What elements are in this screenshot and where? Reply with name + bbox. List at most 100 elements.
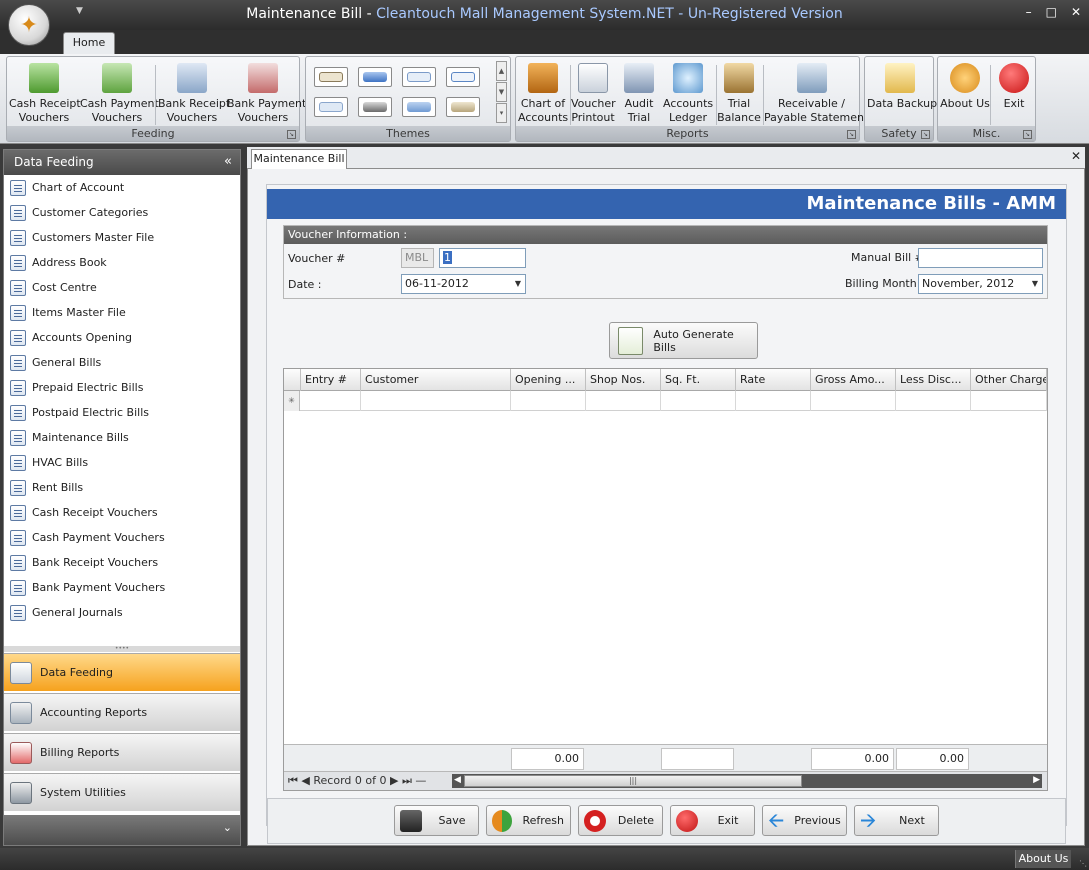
nav-item-prepaid-electric-bills[interactable]: Prepaid Electric Bills — [4, 375, 240, 400]
nav-section-billing-reports[interactable]: Billing Reports — [4, 733, 240, 771]
receivable-payable-statement-button[interactable]: Receivable / Payable Statement — [764, 63, 868, 125]
bank-payment-vouchers-button[interactable]: Bank Payment Vouchers — [227, 63, 306, 125]
grid-cell[interactable] — [361, 391, 511, 411]
tab-home[interactable]: Home — [63, 32, 115, 54]
nav-item-bank-payment-vouchers[interactable]: Bank Payment Vouchers — [4, 575, 240, 600]
grid-cell[interactable] — [586, 391, 661, 411]
safety-launcher-icon[interactable]: ↘ — [921, 130, 930, 139]
nav-item-address-book[interactable]: Address Book — [4, 250, 240, 275]
theme-swatch-1[interactable] — [314, 67, 348, 87]
themes-scroll-down-icon[interactable]: ▼ — [496, 82, 507, 102]
grid-cell[interactable] — [736, 391, 811, 411]
grid-cell[interactable] — [301, 391, 361, 411]
grid-horizontal-scrollbar[interactable]: ◀ ||| ▶ — [452, 774, 1042, 788]
refresh-button[interactable]: Refresh — [486, 805, 571, 836]
nav-item-chart-of-account[interactable]: Chart of Account — [4, 175, 240, 200]
data-backup-button[interactable]: Data Backup — [867, 63, 937, 111]
billing-month-dropdown-icon[interactable]: ▼ — [1032, 275, 1038, 293]
close-window-button[interactable]: ✕ — [1071, 5, 1081, 19]
cash-receipt-vouchers-button[interactable]: Cash Receipt Vouchers — [9, 63, 81, 125]
date-dropdown-icon[interactable]: ▼ — [515, 275, 521, 293]
nav-item-hvac-bills[interactable]: HVAC Bills — [4, 450, 240, 475]
themes-more-icon[interactable]: ▾ — [496, 103, 507, 123]
resize-grip-icon[interactable]: ⋱ — [1079, 859, 1087, 868]
voucher-printout-button[interactable]: Voucher Printout — [571, 63, 616, 125]
delete-button[interactable]: Delete — [578, 805, 663, 836]
previous-button[interactable]: 🡨 Previous — [762, 805, 847, 836]
column-header-rate[interactable]: Rate — [736, 369, 811, 391]
about-us-button[interactable]: About Us — [940, 63, 990, 111]
column-header-gross-amount[interactable]: Gross Amo... — [811, 369, 896, 391]
misc-launcher-icon[interactable]: ↘ — [1023, 130, 1032, 139]
theme-swatch-2[interactable] — [358, 67, 392, 87]
nav-item-general-journals[interactable]: General Journals — [4, 600, 240, 625]
nav-splitter[interactable]: •••• — [4, 646, 240, 652]
grid-cell[interactable] — [971, 391, 1047, 411]
scroll-left-icon[interactable]: ◀ — [454, 775, 461, 785]
nav-item-customer-categories[interactable]: Customer Categories — [4, 200, 240, 225]
date-picker[interactable]: 06-11-2012 ▼ — [401, 274, 526, 294]
column-header-sq-ft[interactable]: Sq. Ft. — [661, 369, 736, 391]
grid-new-row[interactable]: ✳ — [284, 391, 1047, 411]
column-header-customer[interactable]: Customer — [361, 369, 511, 391]
exit-button[interactable]: Exit — [670, 805, 755, 836]
column-header-less-discount[interactable]: Less Disc... — [896, 369, 971, 391]
nav-item-cost-centre[interactable]: Cost Centre — [4, 275, 240, 300]
nav-section-data-feeding[interactable]: Data Feeding — [4, 653, 240, 691]
chart-of-accounts-button[interactable]: Chart of Accounts — [518, 63, 568, 125]
tab-maintenance-bill[interactable]: Maintenance Bill — [251, 149, 347, 169]
next-button[interactable]: 🡪 Next — [854, 805, 939, 836]
theme-swatch-8[interactable] — [446, 97, 480, 117]
status-about-us[interactable]: About Us — [1015, 850, 1071, 868]
trial-balance-button[interactable]: Trial Balance — [717, 63, 761, 125]
theme-swatch-5[interactable] — [314, 97, 348, 117]
minimize-button[interactable]: – — [1026, 5, 1032, 19]
nav-item-customers-master-file[interactable]: Customers Master File — [4, 225, 240, 250]
cash-payment-vouchers-button[interactable]: Cash Payment Vouchers — [80, 63, 159, 125]
nav-item-items-master-file[interactable]: Items Master File — [4, 300, 240, 325]
theme-swatch-4[interactable] — [446, 67, 480, 87]
theme-swatch-3[interactable] — [402, 67, 436, 87]
scrollbar-thumb[interactable]: ||| — [464, 775, 802, 787]
grid-cell[interactable] — [511, 391, 586, 411]
auto-generate-bills-button[interactable]: Auto Generate Bills — [609, 322, 758, 359]
theme-swatch-7[interactable] — [402, 97, 436, 117]
nav-section-system-utilities[interactable]: System Utilities — [4, 773, 240, 811]
exit-app-button[interactable]: Exit — [992, 63, 1036, 111]
nav-item-general-bills[interactable]: General Bills — [4, 350, 240, 375]
reports-launcher-icon[interactable]: ↘ — [847, 130, 856, 139]
nav-configure-chevron-icon[interactable]: ⌄ — [223, 821, 232, 834]
billing-month-picker[interactable]: November, 2012 ▼ — [918, 274, 1043, 294]
bills-grid[interactable]: Entry # Customer Opening ... Shop Nos. S… — [283, 368, 1048, 791]
nav-item-maintenance-bills[interactable]: Maintenance Bills — [4, 425, 240, 450]
next-record-icon[interactable]: ▶ — [390, 774, 398, 787]
column-header-opening[interactable]: Opening ... — [511, 369, 586, 391]
themes-scroll-up-icon[interactable]: ▲ — [496, 61, 507, 81]
column-header-entry[interactable]: Entry # — [301, 369, 361, 391]
audit-trial-button[interactable]: Audit Trial — [617, 63, 661, 125]
nav-item-accounts-opening[interactable]: Accounts Opening — [4, 325, 240, 350]
bank-receipt-vouchers-button[interactable]: Bank Receipt Vouchers — [158, 63, 230, 125]
collapse-pane-icon[interactable]: « — [224, 150, 232, 174]
previous-record-icon[interactable]: ◀ — [301, 774, 309, 787]
save-button[interactable]: Save — [394, 805, 479, 836]
close-document-icon[interactable]: ✕ — [1071, 149, 1081, 163]
scroll-right-icon[interactable]: ▶ — [1033, 775, 1040, 785]
nav-item-cash-receipt-vouchers[interactable]: Cash Receipt Vouchers — [4, 500, 240, 525]
grid-cell[interactable] — [661, 391, 736, 411]
column-header-other-charges[interactable]: Other Charge... — [971, 369, 1047, 391]
manual-bill-field[interactable] — [918, 248, 1043, 268]
nav-item-bank-receipt-vouchers[interactable]: Bank Receipt Vouchers — [4, 550, 240, 575]
app-menu-orb[interactable]: ✦ — [8, 4, 50, 46]
last-record-icon[interactable]: ⏭ — [402, 774, 412, 787]
nav-item-rent-bills[interactable]: Rent Bills — [4, 475, 240, 500]
feeding-launcher-icon[interactable]: ↘ — [287, 130, 296, 139]
maximize-button[interactable]: □ — [1046, 5, 1057, 19]
grid-cell[interactable] — [811, 391, 896, 411]
nav-section-accounting-reports[interactable]: Accounting Reports — [4, 693, 240, 731]
voucher-number-field[interactable]: 1 — [439, 248, 526, 268]
theme-swatch-6[interactable] — [358, 97, 392, 117]
accounts-ledger-button[interactable]: Accounts Ledger — [663, 63, 713, 125]
first-record-icon[interactable]: ⏮ — [288, 774, 298, 787]
nav-item-postpaid-electric-bills[interactable]: Postpaid Electric Bills — [4, 400, 240, 425]
